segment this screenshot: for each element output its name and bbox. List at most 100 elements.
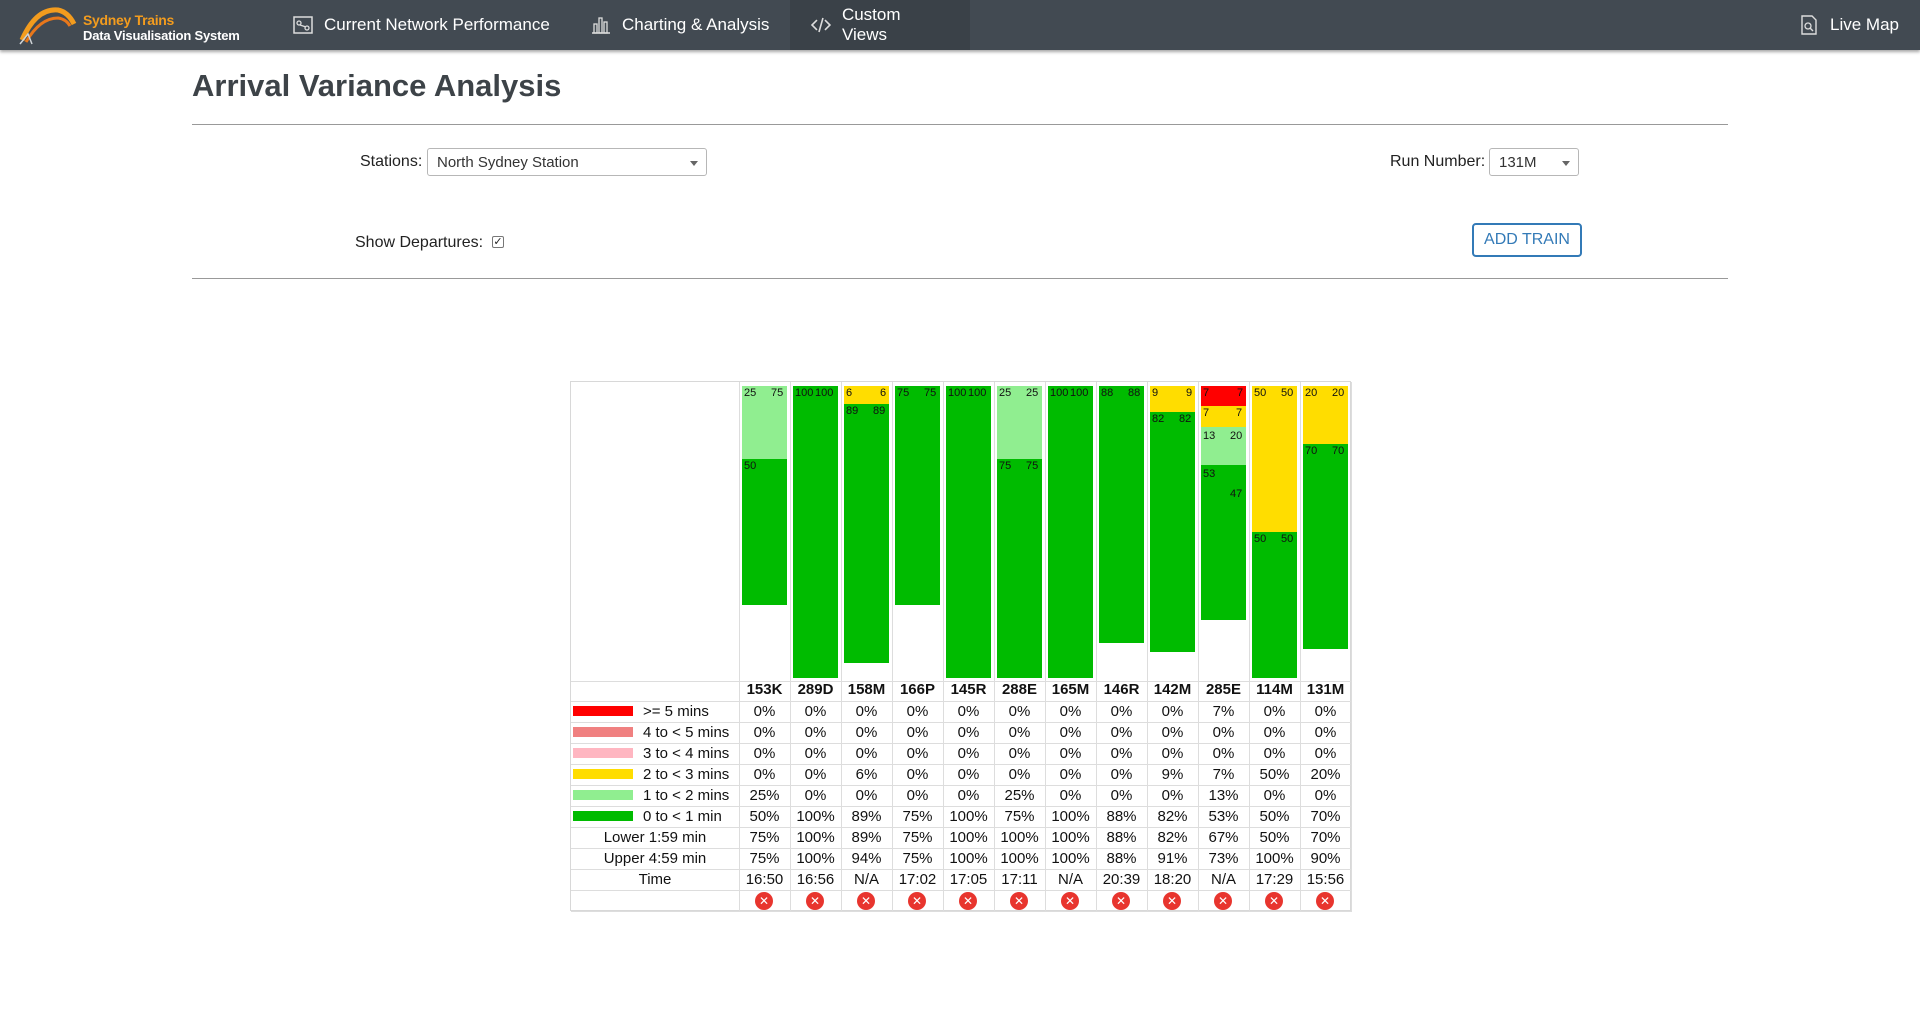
value-cell: 75% bbox=[902, 808, 933, 825]
value-cell: 17:29 bbox=[1255, 871, 1294, 888]
value-cell: 0% bbox=[1008, 766, 1031, 783]
value-cell: 89% bbox=[851, 829, 882, 846]
bar-value-label: 50 bbox=[744, 460, 757, 472]
bar-value-label: 82 bbox=[1152, 413, 1165, 426]
bar-segment bbox=[997, 459, 1042, 678]
value-cell: 7% bbox=[1212, 703, 1235, 720]
remove-train-icon[interactable]: ✕ bbox=[959, 892, 977, 910]
legend-swatch bbox=[573, 790, 633, 800]
remove-train-icon[interactable]: ✕ bbox=[1265, 892, 1283, 910]
legend-row-label: >= 5 mins bbox=[571, 701, 739, 722]
remove-train-icon[interactable]: ✕ bbox=[1061, 892, 1079, 910]
bar-value-label: 20 bbox=[1305, 387, 1318, 399]
bar-value-label: 53 bbox=[1203, 467, 1216, 480]
value-cell: 0% bbox=[1059, 787, 1082, 804]
train-category-label: 153K bbox=[746, 681, 783, 698]
bar-segment bbox=[1303, 444, 1348, 649]
bar-value-label: 75 bbox=[999, 460, 1012, 472]
nav-custom-views[interactable]: Custom Views bbox=[790, 0, 970, 50]
chevron-down-icon bbox=[690, 161, 698, 166]
show-departures-checkbox[interactable]: ✓ bbox=[492, 236, 504, 248]
value-cell: 100% bbox=[949, 829, 988, 846]
train-category-label: 145R bbox=[950, 681, 987, 698]
value-cell: 0% bbox=[906, 745, 929, 762]
value-cell: 0% bbox=[804, 766, 827, 783]
bar-value-label: 89 bbox=[873, 404, 886, 417]
value-cell: 0% bbox=[855, 724, 878, 741]
run-number-select[interactable]: 131M bbox=[1489, 148, 1579, 176]
add-train-button[interactable]: ADD TRAIN bbox=[1472, 223, 1582, 257]
value-cell: 82% bbox=[1157, 829, 1188, 846]
legend-label: 0 to < 1 min bbox=[643, 808, 722, 825]
value-cell: 0% bbox=[1314, 703, 1337, 720]
value-cell: 0% bbox=[1314, 724, 1337, 741]
bar-value-label: 50 bbox=[1254, 533, 1267, 545]
arrival-variance-chart: 25 75 50 153K 100 100 289D 6 6 89 89 158M 75 75 166P 10… bbox=[570, 381, 1352, 912]
value-cell: 7% bbox=[1212, 766, 1235, 783]
brand-logo[interactable]: Sydney Trains Data Visualisation System bbox=[18, 4, 258, 46]
remove-train-icon[interactable]: ✕ bbox=[806, 892, 824, 910]
bar-value-label: 9 bbox=[1152, 387, 1159, 399]
remove-train-icon[interactable]: ✕ bbox=[1214, 892, 1232, 910]
run-number-label: Run Number: bbox=[1390, 153, 1486, 170]
value-cell: 0% bbox=[957, 766, 980, 783]
summary-row-label: Upper 4:59 min bbox=[571, 848, 739, 869]
nav-label: Live Map bbox=[1830, 15, 1899, 34]
bar-value-label: 7 bbox=[1236, 407, 1243, 420]
bar-segment bbox=[1099, 386, 1144, 643]
remove-train-icon[interactable]: ✕ bbox=[1010, 892, 1028, 910]
value-cell: 0% bbox=[1008, 724, 1031, 741]
value-cell: 100% bbox=[1051, 850, 1090, 867]
bar-value-label: 7 bbox=[1203, 387, 1210, 399]
value-cell: 88% bbox=[1106, 808, 1137, 825]
brand-subtitle: Data Visualisation System bbox=[83, 28, 240, 43]
bar-value-label: 100 bbox=[948, 387, 967, 399]
stations-select[interactable]: North Sydney Station bbox=[427, 148, 707, 176]
train-category-label: 289D bbox=[797, 681, 834, 698]
summary-row-label: Time bbox=[571, 869, 739, 890]
value-cell: 6% bbox=[855, 766, 878, 783]
remove-train-icon[interactable]: ✕ bbox=[1112, 892, 1130, 910]
nav-label: Custom Views bbox=[841, 5, 901, 44]
nav-current-network-performance[interactable]: Current Network Performance bbox=[272, 0, 570, 50]
bar-value-label: 75 bbox=[924, 387, 937, 399]
bar-value-label: 7 bbox=[1203, 407, 1210, 420]
bar-segment bbox=[1150, 412, 1195, 652]
value-cell: 9% bbox=[1161, 766, 1184, 783]
bar-value-label: 88 bbox=[1128, 387, 1141, 399]
legend-swatch bbox=[573, 727, 633, 737]
value-cell: 0% bbox=[804, 703, 827, 720]
value-cell: 100% bbox=[1255, 850, 1294, 867]
nav-live-map[interactable]: Live Map bbox=[1778, 0, 1919, 50]
bar-value-label: 100 bbox=[795, 387, 814, 399]
value-cell: 0% bbox=[1110, 766, 1133, 783]
bar-segment bbox=[1048, 386, 1093, 678]
value-cell: 75% bbox=[1004, 808, 1035, 825]
value-cell: 0% bbox=[957, 787, 980, 804]
train-category-label: 165M bbox=[1051, 681, 1090, 698]
value-cell: N/A bbox=[1057, 871, 1083, 888]
bar-value-label: 50 bbox=[1281, 387, 1294, 399]
bar-value-label: 50 bbox=[1254, 387, 1267, 399]
remove-train-icon[interactable]: ✕ bbox=[1163, 892, 1181, 910]
sydney-trains-logo-icon bbox=[19, 7, 77, 45]
remove-train-icon[interactable]: ✕ bbox=[857, 892, 875, 910]
nav-charting-analysis[interactable]: Charting & Analysis bbox=[570, 0, 789, 50]
value-cell: 0% bbox=[1008, 745, 1031, 762]
value-cell: 0% bbox=[855, 745, 878, 762]
value-cell: 0% bbox=[753, 745, 776, 762]
remove-train-icon[interactable]: ✕ bbox=[755, 892, 773, 910]
bar-segment bbox=[946, 386, 991, 678]
value-cell: 0% bbox=[1110, 745, 1133, 762]
value-cell: 0% bbox=[1161, 703, 1184, 720]
value-cell: 0% bbox=[855, 703, 878, 720]
legend-swatch bbox=[573, 706, 633, 716]
filters-divider bbox=[192, 278, 1728, 279]
value-cell: 15:56 bbox=[1306, 871, 1345, 888]
remove-train-icon[interactable]: ✕ bbox=[908, 892, 926, 910]
value-cell: 91% bbox=[1157, 850, 1188, 867]
legend-label: 2 to < 3 mins bbox=[643, 766, 730, 783]
value-cell: 100% bbox=[1051, 808, 1090, 825]
remove-train-icon[interactable]: ✕ bbox=[1316, 892, 1334, 910]
code-icon bbox=[810, 17, 832, 33]
